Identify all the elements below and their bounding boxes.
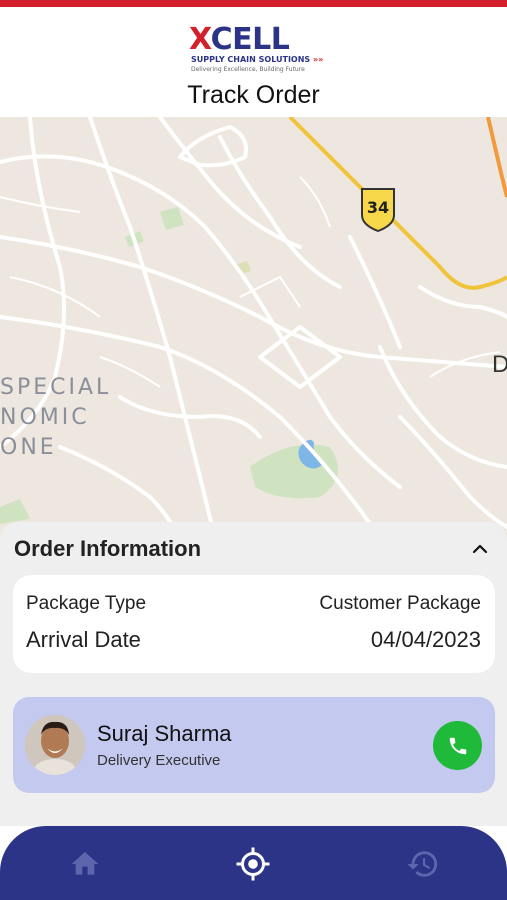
logo-tagline: Delivering Excellence, Building Future: [191, 66, 305, 73]
nav-home-button[interactable]: [65, 844, 105, 884]
avatar: [25, 715, 85, 775]
section-title: Order Information: [14, 536, 202, 561]
phone-icon: [449, 737, 466, 754]
map-roads: 34: [0, 117, 507, 540]
header: XCELL SUPPLY CHAIN SOLUTIONS »» Deliveri…: [0, 7, 507, 117]
delivery-executive-card: Suraj Sharma Delivery Executive: [13, 697, 495, 793]
info-value: Customer Package: [319, 593, 481, 614]
top-accent-bar: [0, 0, 507, 7]
map-view[interactable]: 34 SPECIAL NOMIC ONE D: [0, 117, 507, 540]
collapse-button[interactable]: [466, 537, 494, 561]
nav-history-button[interactable]: [403, 844, 443, 884]
order-details-card: Package Type Customer Package Arrival Da…: [13, 575, 495, 673]
executive-name: Suraj Sharma: [97, 721, 232, 746]
history-icon: [407, 851, 438, 877]
map-label-one: ONE: [0, 435, 57, 460]
info-row-arrival-date: Arrival Date 04/04/2023: [26, 627, 481, 653]
map-label-special: SPECIAL: [0, 375, 112, 400]
park-area: [160, 207, 184, 230]
person-avatar-icon: [25, 715, 85, 775]
executive-role: Delivery Executive: [97, 752, 221, 769]
info-label: Package Type: [26, 593, 147, 614]
bottom-navigation: [0, 826, 507, 900]
highway-road: [288, 117, 507, 290]
map-label-edge: D: [492, 351, 507, 378]
nav-track-button[interactable]: [233, 844, 273, 884]
order-info-sheet: Order Information Package Type Customer …: [0, 522, 507, 832]
logo-subtitle: SUPPLY CHAIN SOLUTIONS »»: [191, 55, 324, 64]
home-icon: [71, 852, 99, 875]
chevron-up-icon: [472, 544, 488, 554]
map-label-nomic: NOMIC: [0, 405, 90, 430]
park-area: [250, 444, 338, 499]
highway-shield-label: 34: [367, 198, 389, 217]
arterial-road: [486, 117, 507, 198]
page-title: Track Order: [187, 81, 320, 109]
logo-wordmark: XCELL: [189, 22, 290, 57]
info-value: 04/04/2023: [370, 627, 481, 652]
info-row-package-type: Package Type Customer Package: [26, 593, 481, 615]
locate-icon: [236, 847, 270, 881]
call-button[interactable]: [433, 721, 482, 770]
xcell-logo: XCELL SUPPLY CHAIN SOLUTIONS »» Deliveri…: [189, 22, 323, 77]
info-label: Arrival Date: [26, 627, 141, 652]
park-area: [0, 499, 30, 524]
